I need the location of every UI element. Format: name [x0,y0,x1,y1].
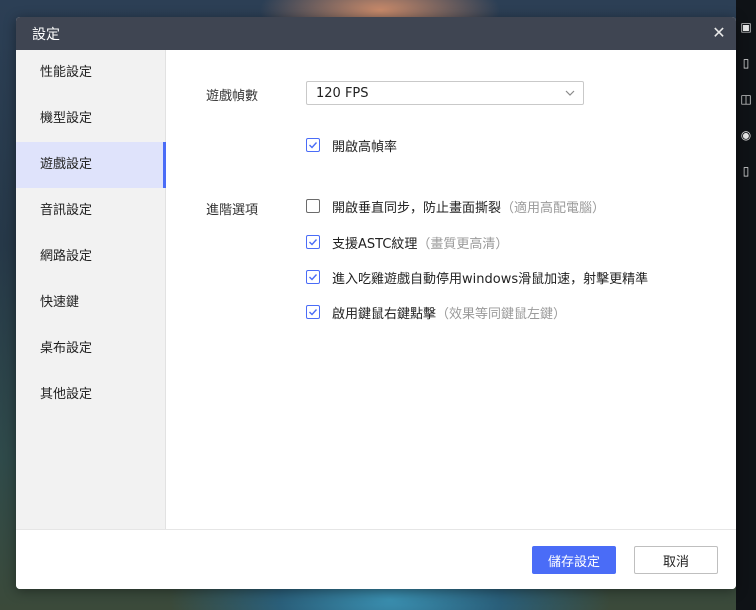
vsync-option: 開啟垂直同步，防止畫面撕裂 （適用高配電腦） [306,197,606,216]
sidebar-item-label: 音訊設定 [40,203,93,218]
chevron-down-icon [565,90,575,96]
sidebar-item-label: 遊戲設定 [40,157,93,172]
checkmark-icon [309,274,318,281]
sidebar-item-label: 性能設定 [40,65,93,80]
settings-sidebar: 性能設定 機型設定 遊戲設定 音訊設定 網路設定 快速鍵 桌布設定 其他設定 [16,50,166,529]
astc-option: 支援ASTC紋理 （畫質更高清） [306,233,509,252]
mouse-accel-option: 進入吃雞遊戲自動停用windows滑鼠加速，射擊更精準 [306,268,649,287]
right-click-label: 啟用鍵鼠右鍵點擊 [332,306,437,322]
shake-icon[interactable]: ▯ [739,164,753,178]
checkmark-icon [309,239,318,246]
advanced-options-label: 進階選項 [206,203,259,218]
vibrate-icon[interactable]: ▯ [739,56,753,70]
sidebar-item-wallpaper[interactable]: 桌布設定 [16,326,165,372]
dialog-title: 設定 [32,27,60,43]
save-button[interactable]: 儲存設定 [532,546,616,574]
vsync-checkbox[interactable] [306,199,320,213]
title-bar: 設定 ✕ [16,17,736,50]
mouse-accel-checkbox[interactable] [306,270,320,284]
game-settings-panel: 遊戲幀數 120 FPS 開啟高幀率 進階選項 開啟垂直同步，防止畫面撕裂 （適… [166,50,736,529]
cancel-button[interactable]: 取消 [634,546,718,574]
high-fps-checkbox[interactable] [306,138,320,152]
high-fps-option: 開啟高幀率 [306,136,398,155]
astc-checkbox[interactable] [306,235,320,249]
fps-label: 遊戲幀數 [206,89,259,104]
sidebar-item-device-model[interactable]: 機型設定 [16,96,165,142]
right-click-hint: （效果等同鍵鼠左鍵） [436,306,567,322]
sidebar-item-label: 桌布設定 [40,341,93,356]
mouse-accel-label: 進入吃雞遊戲自動停用windows滑鼠加速，射擊更精準 [332,271,649,287]
vsync-hint: （適用高配電腦） [501,200,606,216]
fps-select[interactable]: 120 FPS [306,81,584,105]
fps-select-value: 120 FPS [316,86,369,101]
high-fps-label: 開啟高幀率 [332,139,398,155]
astc-label: 支援ASTC紋理 [332,236,418,252]
sidebar-item-performance[interactable]: 性能設定 [16,50,165,96]
sidebar-item-network[interactable]: 網路設定 [16,234,165,280]
right-click-option: 啟用鍵鼠右鍵點擊 （效果等同鍵鼠左鍵） [306,303,567,322]
sidebar-item-label: 其他設定 [40,387,93,402]
right-click-checkbox[interactable] [306,305,320,319]
sidebar-item-label: 網路設定 [40,249,93,264]
window-icon[interactable]: ▣ [739,20,753,34]
sidebar-item-label: 機型設定 [40,111,93,126]
astc-hint: （畫質更高清） [417,236,509,252]
layout-icon[interactable]: ◫ [739,92,753,106]
sidebar-item-label: 快速鍵 [40,295,80,310]
sidebar-item-other[interactable]: 其他設定 [16,372,165,418]
close-icon[interactable]: ✕ [708,22,730,44]
dialog-footer: 儲存設定 取消 [16,529,736,589]
sidebar-item-audio[interactable]: 音訊設定 [16,188,165,234]
checkmark-icon [309,309,318,316]
side-toolbar: ▣ ▯ ◫ ◉ ▯ [736,0,756,610]
sidebar-item-game[interactable]: 遊戲設定 [16,142,166,188]
settings-dialog: 設定 ✕ 性能設定 機型設定 遊戲設定 音訊設定 網路設定 快速鍵 桌布設定 其… [16,17,736,589]
vsync-label: 開啟垂直同步，防止畫面撕裂 [332,200,502,216]
sidebar-item-hotkeys[interactable]: 快速鍵 [16,280,165,326]
checkmark-icon [309,142,318,149]
location-icon[interactable]: ◉ [739,128,753,142]
